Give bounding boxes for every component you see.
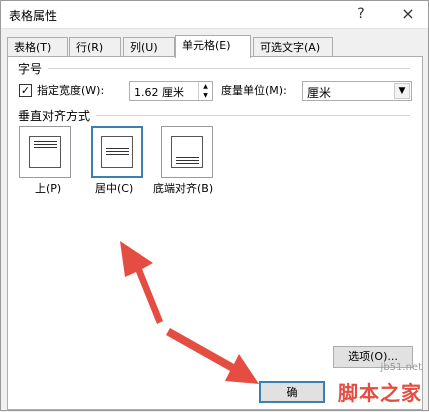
tab-cell[interactable]: 单元格(E) bbox=[175, 35, 251, 58]
table-properties-dialog: 表格属性 ? × 表格(T) 行(R) 列(U) 单元格(E) 可选文字(A) … bbox=[0, 0, 429, 411]
annotation-arrow-down-icon bbox=[166, 328, 259, 384]
watermark-url: jb51.net bbox=[380, 362, 422, 373]
annotation-arrows bbox=[120, 241, 259, 384]
watermark: jb51.net 脚本之家 bbox=[334, 362, 424, 406]
watermark-text: 脚本之家 bbox=[338, 381, 422, 405]
annotation-arrow-up-icon bbox=[120, 241, 163, 324]
